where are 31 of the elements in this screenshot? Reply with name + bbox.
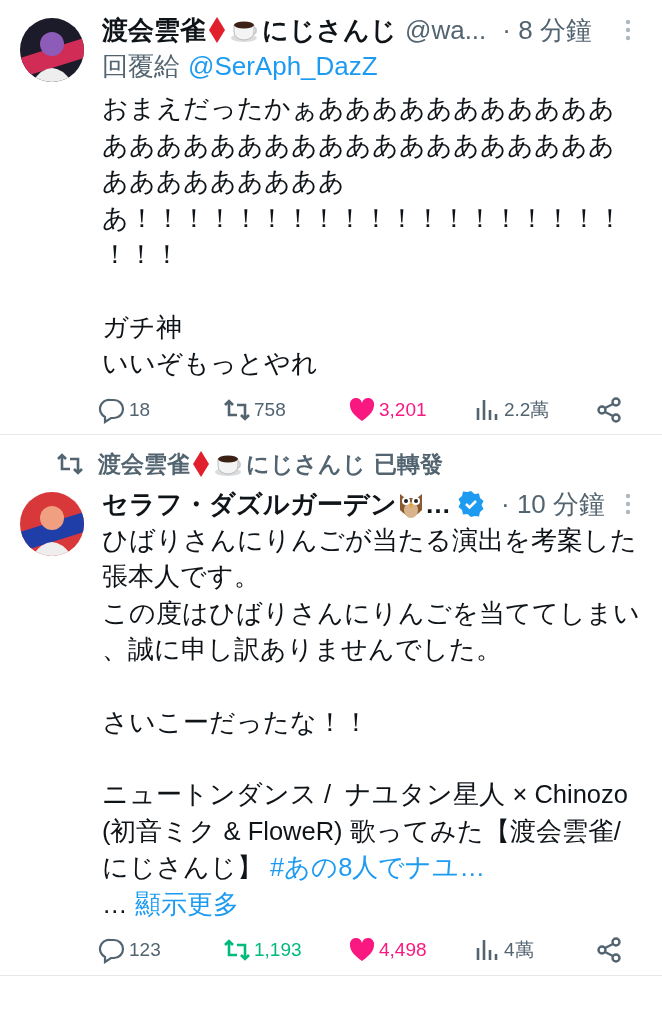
like-button[interactable]: 3,201	[348, 395, 473, 424]
post-text: さいこーだったな！！	[102, 706, 370, 738]
views-button[interactable]: 4萬	[473, 936, 595, 965]
more-options-icon	[624, 491, 632, 516]
diamond-icon	[192, 450, 210, 479]
post-time: · 8 分鐘	[502, 14, 592, 47]
ellipsis-text: …	[102, 889, 129, 918]
share-icon	[595, 936, 623, 965]
post-text: おまえだったかぁあああああああああああああああああああああああああああああああああああああああ あ！！！！！！！！！！！！！！！！！！！！！！	[102, 93, 624, 270]
reply-label: 回覆給	[102, 50, 180, 83]
post-time: · 10 分鐘	[501, 487, 606, 521]
display-name[interactable]: セラフ・ダズルガーデン	[102, 485, 397, 522]
reply-button[interactable]: 123	[98, 936, 223, 965]
display-name[interactable]: 渡会雲雀	[102, 12, 206, 48]
like-button[interactable]: 4,498	[348, 936, 473, 965]
display-name-suffix[interactable]: にじさんじ	[262, 12, 397, 48]
reply-button[interactable]: 18	[98, 395, 223, 424]
diamond-icon	[208, 16, 226, 44]
retweet-button[interactable]: 758	[223, 395, 348, 424]
user-handle[interactable]: @wa...	[405, 12, 487, 48]
share-icon	[595, 395, 623, 424]
retweeter-name[interactable]: 渡会雲雀	[98, 447, 190, 482]
views-button[interactable]: 2.2萬	[473, 395, 595, 424]
more-options-icon	[624, 18, 632, 42]
retweeter-suffix[interactable]: にじさんじ	[246, 447, 366, 482]
post-text: ガチ神 いいぞもっとやれ	[102, 311, 319, 379]
display-name-suffix[interactable]: …	[425, 485, 451, 522]
post-text: ニュートンダンス / ナユタン星人 × Chinozo (初音ミク & FloweR) 歌ってみた【渡会雲雀/にじさんじ】 #あの8人でナユ…	[102, 779, 629, 883]
post-text: ひばりさんにりんごが当たる演出を考案した張本人です。 この度はひばりさんにりんごを当ててしまい、誠に申し訳ありませんでした。	[102, 524, 640, 665]
retweet-label: 已轉發	[374, 450, 443, 479]
comment-icon	[98, 936, 126, 965]
